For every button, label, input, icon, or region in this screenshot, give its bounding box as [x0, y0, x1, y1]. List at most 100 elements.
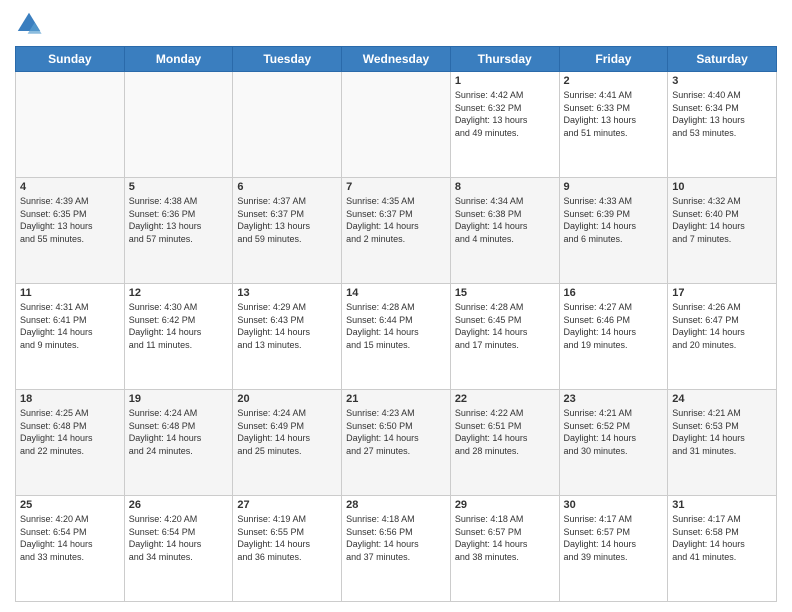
day-info: Sunrise: 4:23 AM Sunset: 6:50 PM Dayligh…	[346, 407, 446, 457]
calendar-table: SundayMondayTuesdayWednesdayThursdayFrid…	[15, 46, 777, 602]
calendar-cell: 5 Sunrise: 4:38 AM Sunset: 6:36 PM Daylig…	[124, 178, 233, 284]
day-number: 22	[455, 393, 555, 405]
day-number: 30	[564, 499, 664, 511]
header-day-tuesday: Tuesday	[233, 47, 342, 72]
day-number: 4	[20, 181, 120, 193]
day-info: Sunrise: 4:24 AM Sunset: 6:49 PM Dayligh…	[237, 407, 337, 457]
calendar-cell	[16, 72, 125, 178]
logo-icon	[15, 10, 43, 38]
header-row: SundayMondayTuesdayWednesdayThursdayFrid…	[16, 47, 777, 72]
day-number: 29	[455, 499, 555, 511]
calendar-cell: 19 Sunrise: 4:24 AM Sunset: 6:48 PM Dayli…	[124, 390, 233, 496]
calendar-week-2: 4 Sunrise: 4:39 AM Sunset: 6:35 PM Daylig…	[16, 178, 777, 284]
calendar-cell: 14 Sunrise: 4:28 AM Sunset: 6:44 PM Dayli…	[342, 284, 451, 390]
day-info: Sunrise: 4:28 AM Sunset: 6:45 PM Dayligh…	[455, 301, 555, 351]
day-number: 6	[237, 181, 337, 193]
day-number: 19	[129, 393, 229, 405]
day-info: Sunrise: 4:20 AM Sunset: 6:54 PM Dayligh…	[20, 513, 120, 563]
day-info: Sunrise: 4:37 AM Sunset: 6:37 PM Dayligh…	[237, 195, 337, 245]
day-number: 5	[129, 181, 229, 193]
calendar-cell: 20 Sunrise: 4:24 AM Sunset: 6:49 PM Dayli…	[233, 390, 342, 496]
calendar-cell: 4 Sunrise: 4:39 AM Sunset: 6:35 PM Daylig…	[16, 178, 125, 284]
day-number: 7	[346, 181, 446, 193]
day-number: 24	[672, 393, 772, 405]
day-info: Sunrise: 4:18 AM Sunset: 6:57 PM Dayligh…	[455, 513, 555, 563]
day-info: Sunrise: 4:32 AM Sunset: 6:40 PM Dayligh…	[672, 195, 772, 245]
calendar-cell: 9 Sunrise: 4:33 AM Sunset: 6:39 PM Daylig…	[559, 178, 668, 284]
calendar-cell: 31Sunrise: 4:17 AM Sunset: 6:58 PM Dayli…	[668, 496, 777, 602]
calendar-cell: 16 Sunrise: 4:27 AM Sunset: 6:46 PM Dayli…	[559, 284, 668, 390]
day-info: Sunrise: 4:18 AM Sunset: 6:56 PM Dayligh…	[346, 513, 446, 563]
header-day-thursday: Thursday	[450, 47, 559, 72]
day-number: 28	[346, 499, 446, 511]
day-info: Sunrise: 4:34 AM Sunset: 6:38 PM Dayligh…	[455, 195, 555, 245]
day-info: Sunrise: 4:33 AM Sunset: 6:39 PM Dayligh…	[564, 195, 664, 245]
day-number: 12	[129, 287, 229, 299]
calendar-week-1: 1Sunrise: 4:42 AM Sunset: 6:32 PM Daylig…	[16, 72, 777, 178]
calendar-cell: 21 Sunrise: 4:23 AM Sunset: 6:50 PM Dayli…	[342, 390, 451, 496]
day-info: Sunrise: 4:27 AM Sunset: 6:46 PM Dayligh…	[564, 301, 664, 351]
day-info: Sunrise: 4:40 AM Sunset: 6:34 PM Dayligh…	[672, 89, 772, 139]
day-number: 26	[129, 499, 229, 511]
day-number: 15	[455, 287, 555, 299]
day-info: Sunrise: 4:17 AM Sunset: 6:57 PM Dayligh…	[564, 513, 664, 563]
calendar-body: 1Sunrise: 4:42 AM Sunset: 6:32 PM Daylig…	[16, 72, 777, 602]
calendar-cell: 24 Sunrise: 4:21 AM Sunset: 6:53 PM Dayli…	[668, 390, 777, 496]
calendar-week-3: 11 Sunrise: 4:31 AM Sunset: 6:41 PM Dayli…	[16, 284, 777, 390]
day-info: Sunrise: 4:21 AM Sunset: 6:53 PM Dayligh…	[672, 407, 772, 457]
day-number: 20	[237, 393, 337, 405]
calendar-cell: 26Sunrise: 4:20 AM Sunset: 6:54 PM Dayli…	[124, 496, 233, 602]
header-day-sunday: Sunday	[16, 47, 125, 72]
calendar-cell: 1Sunrise: 4:42 AM Sunset: 6:32 PM Daylig…	[450, 72, 559, 178]
day-info: Sunrise: 4:19 AM Sunset: 6:55 PM Dayligh…	[237, 513, 337, 563]
day-number: 8	[455, 181, 555, 193]
day-number: 9	[564, 181, 664, 193]
day-info: Sunrise: 4:31 AM Sunset: 6:41 PM Dayligh…	[20, 301, 120, 351]
day-number: 27	[237, 499, 337, 511]
calendar-week-4: 18 Sunrise: 4:25 AM Sunset: 6:48 PM Dayli…	[16, 390, 777, 496]
day-info: Sunrise: 4:25 AM Sunset: 6:48 PM Dayligh…	[20, 407, 120, 457]
calendar-cell	[233, 72, 342, 178]
day-info: Sunrise: 4:29 AM Sunset: 6:43 PM Dayligh…	[237, 301, 337, 351]
calendar-cell: 17Sunrise: 4:26 AM Sunset: 6:47 PM Dayli…	[668, 284, 777, 390]
calendar-cell: 10 Sunrise: 4:32 AM Sunset: 6:40 PM Dayli…	[668, 178, 777, 284]
day-number: 16	[564, 287, 664, 299]
header-day-monday: Monday	[124, 47, 233, 72]
day-number: 17	[672, 287, 772, 299]
day-number: 18	[20, 393, 120, 405]
day-number: 2	[564, 75, 664, 87]
day-number: 10	[672, 181, 772, 193]
calendar-cell: 13 Sunrise: 4:29 AM Sunset: 6:43 PM Dayli…	[233, 284, 342, 390]
calendar-cell: 2 Sunrise: 4:41 AM Sunset: 6:33 PM Daylig…	[559, 72, 668, 178]
day-info: Sunrise: 4:38 AM Sunset: 6:36 PM Dayligh…	[129, 195, 229, 245]
day-number: 13	[237, 287, 337, 299]
day-info: Sunrise: 4:28 AM Sunset: 6:44 PM Dayligh…	[346, 301, 446, 351]
calendar-cell: 3 Sunrise: 4:40 AM Sunset: 6:34 PM Daylig…	[668, 72, 777, 178]
calendar-cell: 11 Sunrise: 4:31 AM Sunset: 6:41 PM Dayli…	[16, 284, 125, 390]
day-info: Sunrise: 4:17 AM Sunset: 6:58 PM Dayligh…	[672, 513, 772, 563]
day-info: Sunrise: 4:30 AM Sunset: 6:42 PM Dayligh…	[129, 301, 229, 351]
day-number: 11	[20, 287, 120, 299]
day-info: Sunrise: 4:41 AM Sunset: 6:33 PM Dayligh…	[564, 89, 664, 139]
calendar-cell: 29 Sunrise: 4:18 AM Sunset: 6:57 PM Dayli…	[450, 496, 559, 602]
day-info: Sunrise: 4:21 AM Sunset: 6:52 PM Dayligh…	[564, 407, 664, 457]
day-number: 1	[455, 75, 555, 87]
calendar-cell: 12 Sunrise: 4:30 AM Sunset: 6:42 PM Dayli…	[124, 284, 233, 390]
header-day-saturday: Saturday	[668, 47, 777, 72]
day-info: Sunrise: 4:24 AM Sunset: 6:48 PM Dayligh…	[129, 407, 229, 457]
calendar-cell: 6 Sunrise: 4:37 AM Sunset: 6:37 PM Daylig…	[233, 178, 342, 284]
day-number: 25	[20, 499, 120, 511]
page: SundayMondayTuesdayWednesdayThursdayFrid…	[0, 0, 792, 612]
calendar-cell: 23Sunrise: 4:21 AM Sunset: 6:52 PM Dayli…	[559, 390, 668, 496]
day-info: Sunrise: 4:39 AM Sunset: 6:35 PM Dayligh…	[20, 195, 120, 245]
header-day-friday: Friday	[559, 47, 668, 72]
day-info: Sunrise: 4:22 AM Sunset: 6:51 PM Dayligh…	[455, 407, 555, 457]
day-number: 21	[346, 393, 446, 405]
calendar-week-5: 25 Sunrise: 4:20 AM Sunset: 6:54 PM Dayli…	[16, 496, 777, 602]
day-info: Sunrise: 4:35 AM Sunset: 6:37 PM Dayligh…	[346, 195, 446, 245]
day-number: 3	[672, 75, 772, 87]
calendar-cell	[124, 72, 233, 178]
day-number: 14	[346, 287, 446, 299]
calendar-cell: 28 Sunrise: 4:18 AM Sunset: 6:56 PM Dayli…	[342, 496, 451, 602]
calendar-cell: 27 Sunrise: 4:19 AM Sunset: 6:55 PM Dayli…	[233, 496, 342, 602]
